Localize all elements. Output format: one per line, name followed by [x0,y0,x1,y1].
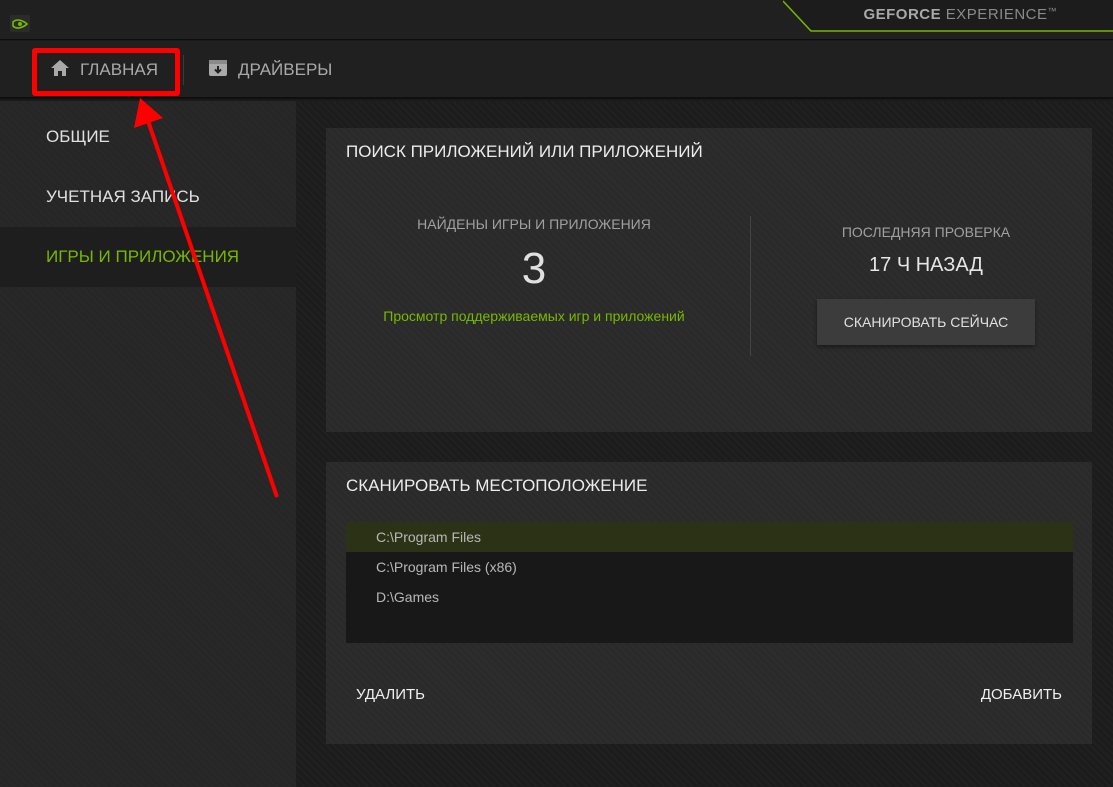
last-check-section: ПОСЛЕДНЯЯ ПРОВЕРКА 17 Ч НАЗАД СКАНИРОВАТ… [756,224,1096,345]
section-divider [750,216,751,356]
panel-title: ПОИСК ПРИЛОЖЕНИЙ ИЛИ ПРИЛОЖЕНИЙ [346,142,703,161]
sidebar-item-label: УЧЕТНАЯ ЗАПИСЬ [46,187,200,206]
brand-logo-text: GEFORCE EXPERIENCE™ [863,6,1057,23]
scan-location-panel: СКАНИРОВАТЬ МЕСТОПОЛОЖЕНИЕ C:\Program Fi… [326,462,1092,744]
tab-drivers[interactable]: ДРАЙВЕРЫ [208,41,332,99]
sidebar-item-general[interactable]: ОБЩИЕ [0,107,296,167]
supported-games-link[interactable]: Просмотр поддерживаемых игр и приложений [383,308,684,324]
tab-drivers-label: ДРАЙВЕРЫ [238,60,333,79]
sidebar: ОБЩИЕ УЧЕТНАЯ ЗАПИСЬ ИГРЫ И ПРИЛОЖЕНИЯ [0,101,296,787]
sidebar-item-games-apps[interactable]: ИГРЫ И ПРИЛОЖЕНИЯ [0,227,296,287]
sidebar-item-label: ИГРЫ И ПРИЛОЖЕНИЯ [46,247,240,266]
nvidia-logo-icon [10,15,30,32]
brand-bold-text: GEFORCE [863,6,942,23]
found-games-label: НАЙДЕНЫ ИГРЫ И ПРИЛОЖЕНИЯ [417,216,651,232]
list-item[interactable]: C:\Program Files [346,522,1073,552]
add-button[interactable]: ДОБАВИТЬ [981,686,1062,703]
tab-home[interactable]: ГЛАВНАЯ [50,41,158,99]
brand-tm: ™ [1047,6,1057,16]
panel-title: СКАНИРОВАТЬ МЕСТОПОЛОЖЕНИЕ [346,476,648,495]
list-item[interactable]: D:\Games [346,582,1073,612]
delete-button[interactable]: УДАЛИТЬ [356,686,425,703]
last-check-value: 17 Ч НАЗАД [869,254,983,276]
found-games-section: НАЙДЕНЫ ИГРЫ И ПРИЛОЖЕНИЯ 3 Просмотр под… [326,216,742,326]
sidebar-item-account[interactable]: УЧЕТНАЯ ЗАПИСЬ [0,167,296,227]
main-content: ПОИСК ПРИЛОЖЕНИЙ ИЛИ ПРИЛОЖЕНИЙ НАЙДЕНЫ … [296,101,1113,787]
top-nav: ГЛАВНАЯ ДРАЙВЕРЫ [0,41,1113,99]
tab-home-label: ГЛАВНАЯ [80,60,158,79]
last-check-label: ПОСЛЕДНЯЯ ПРОВЕРКА [841,224,1011,240]
search-apps-panel: ПОИСК ПРИЛОЖЕНИЙ ИЛИ ПРИЛОЖЕНИЙ НАЙДЕНЫ … [326,128,1092,432]
home-icon [50,59,70,82]
drivers-icon [208,59,228,82]
location-list: C:\Program Files C:\Program Files (x86) … [346,522,1073,643]
brand-light-text: EXPERIENCE [945,6,1048,23]
scan-now-button[interactable]: СКАНИРОВАТЬ СЕЙЧАС [817,299,1035,345]
sidebar-item-label: ОБЩИЕ [46,127,110,146]
found-games-count: 3 [521,244,547,293]
title-bar: GEFORCE EXPERIENCE™ [0,0,1113,40]
list-item[interactable]: C:\Program Files (x86) [346,552,1073,582]
nav-separator [183,55,184,85]
